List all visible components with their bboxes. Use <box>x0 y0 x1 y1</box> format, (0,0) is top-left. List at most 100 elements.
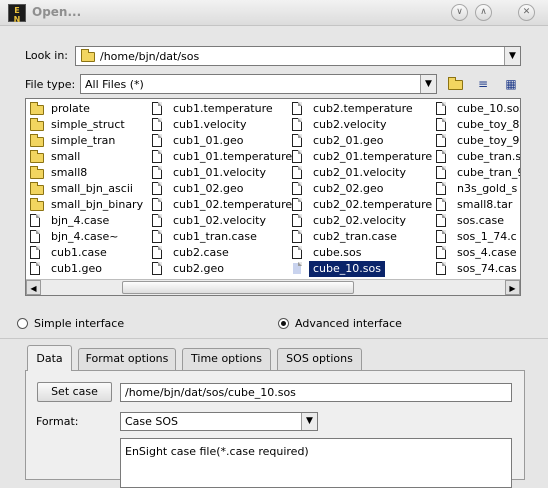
file-item[interactable]: cub2.case <box>148 245 288 261</box>
file-item[interactable]: cub1.velocity <box>148 117 288 133</box>
file-item[interactable]: cube_10.sos <box>432 101 521 117</box>
file-icon <box>292 150 302 163</box>
set-case-button[interactable]: Set case <box>37 382 112 402</box>
tab-sos-options[interactable]: SOS options <box>277 348 362 370</box>
folder-item[interactable]: small8 <box>26 165 166 181</box>
file-name: cub2.temperature <box>313 102 413 115</box>
file-item[interactable]: cub2_02.temperature <box>288 197 432 213</box>
file-item[interactable]: n3s_gold_s <box>432 181 520 197</box>
file-item[interactable]: cub1_tran.case <box>148 229 288 245</box>
file-item[interactable]: sos_1_74.c <box>432 229 520 245</box>
folder-item[interactable]: prolate <box>26 101 166 117</box>
file-item[interactable]: cub1_02.velocity <box>148 213 288 229</box>
file-name: cub1_02.velocity <box>173 214 266 227</box>
maximize-button[interactable]: ∧ <box>475 4 492 21</box>
file-name: cub1_02.temperature <box>173 198 293 211</box>
file-name: cub1_tran.case <box>173 230 257 243</box>
file-name: cub1.geo <box>51 262 102 275</box>
file-name: small8.tar <box>457 198 513 211</box>
ensight-app-icon: EN <box>8 4 26 24</box>
folder-icon <box>81 49 95 62</box>
file-name: cube_10.sos <box>457 102 521 115</box>
file-item[interactable]: cub1_01.velocity <box>148 165 288 181</box>
close-button[interactable]: ✕ <box>518 4 535 21</box>
detail-view-icon[interactable]: ▦ <box>502 75 520 93</box>
tab-time-options[interactable]: Time options <box>182 348 271 370</box>
chevron-down-icon[interactable]: ▼ <box>301 413 317 430</box>
file-item[interactable]: cube_tran_9 <box>432 165 520 181</box>
folder-item[interactable]: small_bjn_ascii <box>26 181 166 197</box>
scroll-right-arrow-icon[interactable]: ▶ <box>505 280 520 295</box>
file-item[interactable]: cub1_01.geo <box>148 133 288 149</box>
file-item[interactable]: cub1.geo <box>26 261 166 277</box>
folder-item[interactable]: small_bjn_binary <box>26 197 166 213</box>
chevron-down-icon[interactable]: ▼ <box>420 75 436 93</box>
file-item[interactable]: sos_4.case <box>432 245 520 261</box>
file-name: cub1_02.geo <box>173 182 244 195</box>
file-item[interactable]: bjn_4.case <box>26 213 166 229</box>
file-item[interactable]: cub1_02.temperature <box>148 197 292 213</box>
scrollbar-thumb[interactable] <box>122 281 354 294</box>
file-item[interactable]: cub1_01.temperature <box>148 149 292 165</box>
file-item[interactable]: cube_tran.s <box>432 149 520 165</box>
advanced-interface-radio[interactable] <box>278 318 289 329</box>
data-tab-panel: Set case /home/bjn/dat/sos/cube_10.sos F… <box>25 370 525 488</box>
chevron-down-icon[interactable]: ▼ <box>504 47 520 65</box>
folder-icon <box>447 76 463 90</box>
file-item[interactable]: cube.sos <box>288 245 428 261</box>
file-icon <box>292 102 302 115</box>
file-icon <box>436 134 446 147</box>
horizontal-scrollbar[interactable]: ◀ ▶ <box>26 279 520 295</box>
file-item[interactable]: cub2.geo <box>148 261 288 277</box>
file-item[interactable]: cub2_02.velocity <box>288 213 428 229</box>
folder-icon <box>30 118 44 131</box>
folder-item[interactable]: simple_struct <box>26 117 166 133</box>
list-view-icon[interactable]: ≡ <box>474 75 492 93</box>
file-icon <box>292 198 302 211</box>
file-item[interactable]: sos_74.cas <box>432 261 520 277</box>
case-path-field[interactable]: /home/bjn/dat/sos/cube_10.sos <box>120 383 512 402</box>
file-name: cube_toy_8 <box>457 118 520 131</box>
folder-item[interactable]: small <box>26 149 166 165</box>
file-item[interactable]: cub2_01.velocity <box>288 165 428 181</box>
file-icon <box>292 118 302 131</box>
file-item[interactable]: cube_10.sos <box>288 261 428 277</box>
file-item[interactable]: cube_toy_8 <box>432 117 520 133</box>
file-item[interactable]: cub1_02.geo <box>148 181 288 197</box>
simple-interface-radio[interactable] <box>17 318 28 329</box>
file-name: cub2_tran.case <box>313 230 397 243</box>
file-list[interactable]: sos_74.cas sos_4.case sos_1_74.c sos.case sm… <box>25 98 521 296</box>
format-combo[interactable]: Case SOS ▼ <box>120 412 318 431</box>
file-icon <box>292 182 302 195</box>
file-name: cub1.velocity <box>173 118 247 131</box>
minimize-button[interactable]: ∨ <box>451 4 468 21</box>
file-item[interactable]: cub2_02.geo <box>288 181 428 197</box>
file-item[interactable]: cub1.case <box>26 245 166 261</box>
file-item[interactable]: cub2.velocity <box>288 117 428 133</box>
file-type-combo[interactable]: All Files (*) ▼ <box>80 74 437 94</box>
file-item[interactable]: small8.tar <box>432 197 520 213</box>
file-item[interactable]: cub2_01.geo <box>288 133 428 149</box>
file-name: cub2_02.velocity <box>313 214 406 227</box>
folder-up-icon[interactable] <box>446 75 464 93</box>
file-item[interactable]: cub1.temperature <box>148 101 288 117</box>
folder-item[interactable]: simple_tran <box>26 133 166 149</box>
file-item[interactable]: cube_toy_9 <box>432 133 520 149</box>
tab-format-options[interactable]: Format options <box>78 348 176 370</box>
format-label: Format: <box>36 415 79 428</box>
look-in-combo[interactable]: /home/bjn/dat/sos ▼ <box>75 46 521 66</box>
file-item[interactable]: cub2_tran.case <box>288 229 428 245</box>
file-item[interactable]: cub2_01.temperature <box>288 149 432 165</box>
file-item[interactable]: cub2.temperature <box>288 101 428 117</box>
file-name: cub1_01.temperature <box>173 150 293 163</box>
folder-icon <box>30 134 44 147</box>
scroll-left-arrow-icon[interactable]: ◀ <box>26 280 41 295</box>
file-icon <box>436 150 446 163</box>
file-icon <box>30 230 40 243</box>
tab-data[interactable]: Data <box>27 345 72 371</box>
file-name: cube.sos <box>313 246 362 259</box>
file-name: cub1.temperature <box>173 102 273 115</box>
file-item[interactable]: sos.case <box>432 213 520 229</box>
file-item[interactable]: bjn_4.case~ <box>26 229 166 245</box>
file-type-value: All Files (*) <box>85 78 144 91</box>
